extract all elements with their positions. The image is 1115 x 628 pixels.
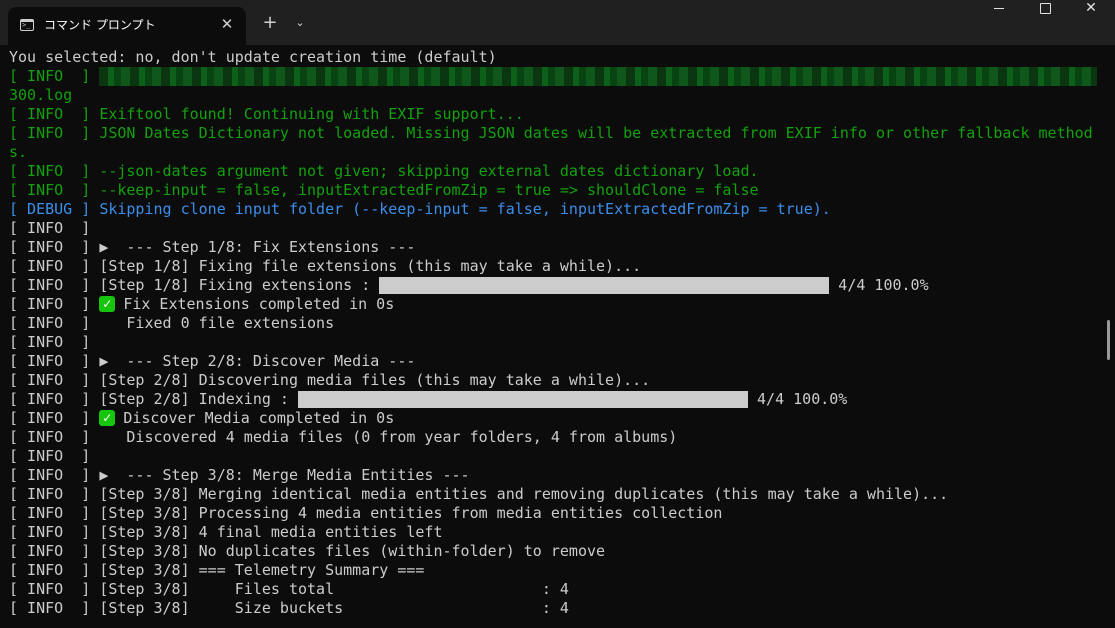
log-message: [Step 3/8] Merging identical media entit… [99,485,949,503]
output-line: [ INFO ] [9,333,91,351]
tab-dropdown-chevron-icon[interactable]: ⌄ [288,11,312,35]
info-tag: [ INFO ] [9,371,100,389]
terminal-icon [20,19,34,31]
info-tag: [ INFO ] [9,561,100,579]
terminal-window: コマンド プロンプト ✕ + ⌄ ✕ You selected: no, don… [0,0,1115,628]
info-tag: [ INFO ] [9,257,100,275]
info-tag: [ INFO ] [9,124,100,142]
info-tag: [ INFO ] [9,390,100,408]
log-message: [Step 1/8] Fixing file extensions (this … [99,257,642,275]
output-line: [ INFO ] [Step 1/8] Fixing file extensio… [9,257,1099,276]
info-tag: [ INFO ] [9,105,100,123]
output-line: [ DEBUG ] Skipping clone input folder (-… [9,200,1099,219]
info-tag: [ INFO ] [9,523,100,541]
log-message: [Step 3/8] Files total : 4 [99,580,569,598]
info-tag: [ INFO ] [9,181,100,199]
info-tag: [ INFO ] [9,504,100,522]
output-line: [ INFO ] Discovered 4 media files (0 fro… [9,428,1099,447]
log-message: Fix Extensions completed in 0s [123,295,395,313]
progress-value: 4/4 100.0% [829,276,929,294]
tab-title: コマンド プロンプト [44,18,156,32]
info-tag: [ INFO ] [9,428,100,446]
output-line: [ INFO ] --keep-input = false, inputExtr… [9,181,1099,200]
log-message: --json-dates argument not given; skippin… [99,162,759,180]
log-message: [Step 3/8] 4 final media entities left [99,523,443,541]
output-line: [ INFO ] [Step 3/8] Size buckets : 4 [9,599,1099,618]
maximize-icon [1039,2,1051,14]
log-message: [Step 2/8] Discovering media files (this… [99,371,651,389]
output-line: [ INFO ] ✓ Fix Extensions completed in 0s [9,295,1099,314]
log-message: Exiftool found! Continuing with EXIF sup… [99,105,524,123]
output-line: [ INFO ] [Step 3/8] Merging identical me… [9,485,1099,504]
log-message: [Step 3/8] Processing 4 media entities f… [99,504,723,522]
info-tag: [ INFO ] [9,542,100,560]
output-line: [ INFO ] [Step 3/8] === Telemetry Summar… [9,561,1099,580]
output-line: [ INFO ] ▶ --- Step 3/8: Merge Media Ent… [9,466,1099,485]
info-tag: [ INFO ] [9,466,100,484]
info-tag: [ INFO ] [9,314,100,332]
scrollbar-thumb[interactable] [1107,320,1110,360]
info-tag: [ INFO ] [9,162,100,180]
tab-close-icon[interactable]: ✕ [216,13,238,35]
info-tag: [ INFO ] [9,580,100,598]
minimize-button[interactable] [976,0,1022,40]
info-tag: [ INFO ] [9,238,100,256]
log-message: JSON Dates Dictionary not loaded. Missin… [99,124,1093,142]
step-header: ▶ --- Step 3/8: Merge Media Entities --- [99,466,470,484]
log-message: [Step 3/8] === Telemetry Summary === [99,561,425,579]
tab-command-prompt[interactable]: コマンド プロンプト ✕ [8,7,246,45]
output-line: [ INFO ] --json-dates argument not given… [9,162,1099,181]
redacted-path [99,67,1098,86]
progress-bar [379,277,830,294]
info-tag: [ INFO ] [9,276,100,294]
info-tag: [ INFO ] [9,295,100,313]
minimize-icon [994,7,1004,9]
output-line: [ INFO ] Exiftool found! Continuing with… [9,105,1099,124]
step-header: ▶ --- Step 2/8: Discover Media --- [99,352,416,370]
new-tab-button[interactable]: + [258,11,282,35]
close-window-button[interactable]: ✕ [1068,0,1114,40]
info-tag: [ INFO ] [9,352,100,370]
output-line: [ INFO ] ▶ --- Step 1/8: Fix Extensions … [9,238,1099,257]
step-header: ▶ --- Step 1/8: Fix Extensions --- [99,238,416,256]
output-line: [ INFO ] [Step 2/8] Indexing : 4/4 100.0… [9,390,1099,409]
terminal-output[interactable]: You selected: no, don't update creation … [9,48,1099,628]
output-line: [ INFO ] [Step 1/8] Fixing extensions : … [9,276,1099,295]
info-tag: [ INFO ] [9,599,100,617]
debug-tag: [ DEBUG ] [9,200,100,218]
log-message: Discover Media completed in 0s [123,409,395,427]
output-line: [ INFO ] [Step 3/8] 4 final media entiti… [9,523,1099,542]
log-message: --keep-input = false, inputExtractedFrom… [99,181,759,199]
maximize-button[interactable] [1022,0,1068,40]
output-line: [ INFO ] [Step 3/8] No duplicates files … [9,542,1099,561]
check-icon: ✓ [99,296,116,312]
output-line: [ INFO ] [9,219,91,237]
output-line: [ INFO ] [Step 3/8] Processing 4 media e… [9,504,1099,523]
output-line: You selected: no, don't update creation … [9,48,497,66]
progress-label: [Step 2/8] Indexing : [99,390,298,408]
log-message: [Step 3/8] No duplicates files (within-f… [99,542,606,560]
output-line: [ INFO ] Fixed 0 file extensions [9,314,1099,333]
info-tag: [ INFO ] [9,485,100,503]
progress-value: 4/4 100.0% [748,390,848,408]
output-line: 300.log [9,86,73,104]
log-message: Fixed 0 file extensions [99,314,335,332]
output-line: [ INFO ] [9,447,91,465]
output-line: [ INFO ] JSON Dates Dictionary not loade… [9,124,1099,143]
progress-bar [298,391,748,408]
output-line: [ INFO ] [Step 2/8] Discovering media fi… [9,371,1099,390]
title-bar: コマンド プロンプト ✕ + ⌄ ✕ [0,0,1115,45]
output-line: [ INFO ] [Step 3/8] Files total : 4 [9,580,1099,599]
output-line: [ INFO ] ▶ --- Step 2/8: Discover Media … [9,352,1099,371]
log-message: [Step 3/8] Size buckets : 4 [99,599,569,617]
check-icon: ✓ [99,410,116,426]
info-tag: [ INFO ] [9,409,100,427]
log-message: Skipping clone input folder (--keep-inpu… [99,200,831,218]
output-line: [ INFO ] ✓ Discover Media completed in 0s [9,409,1099,428]
output-line: s. [9,143,28,161]
progress-label: [Step 1/8] Fixing extensions : [99,276,380,294]
log-message: Discovered 4 media files (0 from year fo… [99,428,678,446]
output-line: [ INFO ] [9,67,1099,86]
info-tag: [ INFO ] [9,67,100,85]
